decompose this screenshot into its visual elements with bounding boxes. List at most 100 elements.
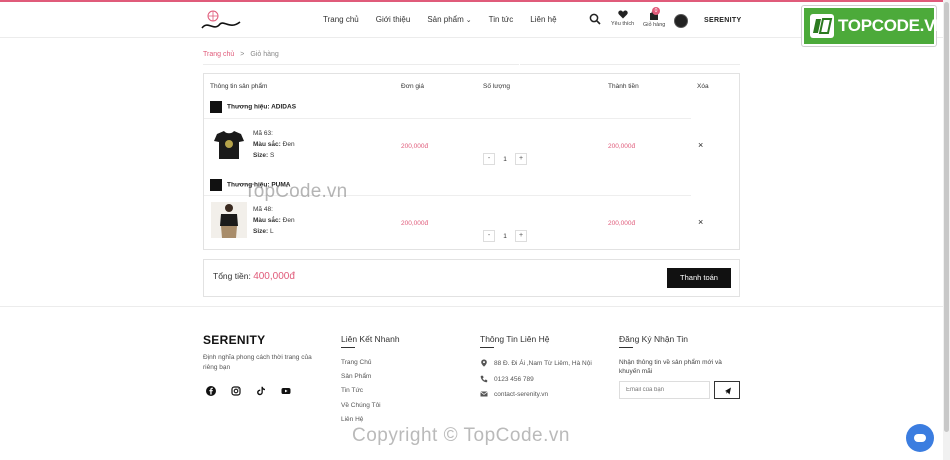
watermark: TopCode.vn	[244, 181, 348, 202]
nav-products-label: Sản phẩm	[427, 15, 464, 24]
wishlist-label: Yêu thích	[611, 21, 635, 27]
heart-icon	[617, 10, 628, 19]
breadcrumb-current: Giỏ hàng	[250, 51, 279, 58]
col-header-delete: Xóa	[697, 83, 709, 90]
cart-table: Thông tin sản phẩm Đơn giá Số lượng Thàn…	[203, 73, 740, 250]
footer-link-news[interactable]: Tin Tức	[341, 387, 363, 394]
quantity-stepper: - 1 +	[483, 230, 527, 242]
divider	[520, 64, 740, 65]
checkout-button[interactable]: Thanh toán	[667, 268, 731, 288]
nav-about[interactable]: Giới thiệu	[376, 15, 411, 24]
topcode-text: TOPCODE.VN	[838, 16, 948, 35]
newsletter-submit-button[interactable]	[714, 381, 740, 399]
email-text: contact-serenity.vn	[494, 390, 549, 398]
product-code: Mã 63:	[253, 130, 273, 137]
title-underline	[619, 347, 633, 348]
increase-qty-button[interactable]: +	[515, 153, 527, 165]
col-header-product: Thông tin sản phẩm	[210, 83, 268, 90]
product-image[interactable]	[211, 202, 247, 238]
footer-divider	[0, 306, 950, 307]
main-nav: Trang chủ Giới thiệu Sản phẩm ⌄ Tin tức L…	[323, 15, 574, 24]
remove-item-button[interactable]: ×	[698, 217, 703, 227]
site-logo[interactable]	[200, 8, 242, 34]
footer-link-about[interactable]: Về Chúng Tôi	[341, 402, 381, 409]
nav-contact[interactable]: Liên hệ	[530, 15, 556, 24]
breadcrumb-home[interactable]: Trang chủ	[203, 51, 234, 58]
title-underline	[341, 347, 355, 348]
topcode-icon	[810, 14, 834, 38]
user-name[interactable]: SERENITY	[704, 17, 741, 24]
map-pin-icon	[481, 359, 487, 367]
chat-button[interactable]	[906, 424, 934, 452]
topcode-logo-badge: TOPCODE.VN	[802, 6, 947, 46]
footer-link-home[interactable]: Trang Chủ	[341, 359, 371, 366]
address-text: 88 Đ. Đi Ái ,Nam Từ Liêm, Hà Nội	[494, 359, 592, 367]
decrease-qty-button[interactable]: -	[483, 230, 495, 242]
product-size: Size: L	[253, 228, 274, 235]
quantity-value[interactable]: 1	[495, 156, 515, 163]
divider	[204, 118, 691, 119]
breadcrumb-separator: >	[240, 51, 245, 58]
facebook-icon[interactable]	[206, 386, 216, 396]
product-image[interactable]	[211, 126, 247, 162]
product-info: Mã 48: Màu sắc: Đen Size: L	[253, 204, 295, 237]
line-total: 200,000đ	[608, 220, 636, 227]
phone-text: 0123 456 789	[494, 375, 534, 383]
total-label: Tổng tiền: 400,000đ	[213, 271, 295, 282]
col-header-total: Thành tiền	[608, 83, 639, 90]
nav-home[interactable]: Trang chủ	[323, 15, 359, 24]
quicklinks-title: Liên Kết Nhanh	[341, 334, 400, 344]
brand-name: Thương hiệu: ADIDAS	[227, 103, 297, 111]
footer-link-products[interactable]: Sản Phẩm	[341, 373, 371, 380]
instagram-icon[interactable]	[231, 386, 241, 396]
cart-count-badge: 0	[652, 7, 660, 15]
nav-products[interactable]: Sản phẩm ⌄	[427, 15, 471, 24]
divider	[203, 64, 519, 65]
remove-item-button[interactable]: ×	[698, 140, 703, 150]
cart-summary: Tổng tiền: 400,000đ Thanh toán	[203, 259, 740, 297]
scrollbar-thumb[interactable]	[944, 2, 949, 432]
product-color: Màu sắc: Đen	[253, 141, 295, 148]
chat-bubble-icon	[914, 434, 926, 442]
cart-button[interactable]: 0 Giỏ hàng	[643, 7, 666, 28]
contact-title: Thông Tin Liên Hệ	[480, 334, 550, 344]
product-size: Size: S	[253, 152, 275, 159]
newsletter-title: Đăng Ký Nhận Tin	[619, 334, 688, 344]
footer-tagline: Định nghĩa phong cách thời trang của riê…	[203, 354, 312, 371]
puma-logo-icon	[210, 179, 222, 191]
search-icon[interactable]	[589, 13, 601, 25]
newsletter-email-input[interactable]	[619, 381, 710, 399]
line-total: 200,000đ	[608, 143, 636, 150]
unit-price: 200,000đ	[401, 220, 429, 227]
col-header-qty: Số lượng	[483, 83, 511, 90]
contact-address: 88 Đ. Đi Ái ,Nam Từ Liêm, Hà Nội	[480, 359, 592, 367]
nav-news[interactable]: Tin tức	[489, 15, 514, 24]
decrease-qty-button[interactable]: -	[483, 153, 495, 165]
product-color: Màu sắc: Đen	[253, 217, 295, 224]
tiktok-icon[interactable]	[256, 386, 266, 396]
product-code: Mã 48:	[253, 206, 273, 213]
newsletter-text: Nhận thông tin về sản phẩm mới và khuyến…	[619, 359, 722, 375]
copyright-watermark: Copyright © TopCode.vn	[352, 425, 570, 446]
envelope-icon	[480, 391, 488, 397]
chevron-down-icon: ⌄	[465, 17, 472, 24]
breadcrumb: Trang chủ > Giỏ hàng	[203, 51, 279, 58]
avatar[interactable]	[674, 14, 688, 28]
contact-phone: 0123 456 789	[480, 375, 534, 383]
paper-plane-icon	[725, 387, 731, 395]
adidas-logo-icon	[210, 101, 222, 113]
total-value: 400,000đ	[253, 271, 295, 282]
brand-header: Thương hiệu: ADIDAS	[210, 101, 296, 113]
youtube-icon[interactable]	[281, 386, 291, 396]
contact-email: contact-serenity.vn	[480, 390, 548, 398]
col-header-price: Đơn giá	[401, 83, 425, 90]
wishlist-button[interactable]: Yêu thích	[611, 10, 634, 27]
footer-brand: SERENITY	[203, 333, 266, 347]
phone-icon	[480, 375, 488, 383]
product-info: Mã 63: Màu sắc: Đen Size: S	[253, 128, 295, 161]
increase-qty-button[interactable]: +	[515, 230, 527, 242]
total-label-text: Tổng tiền:	[213, 271, 251, 281]
quantity-value[interactable]: 1	[495, 233, 515, 240]
cart-label: Giỏ hàng	[643, 22, 666, 28]
footer-link-contact[interactable]: Liên Hệ	[341, 416, 363, 423]
